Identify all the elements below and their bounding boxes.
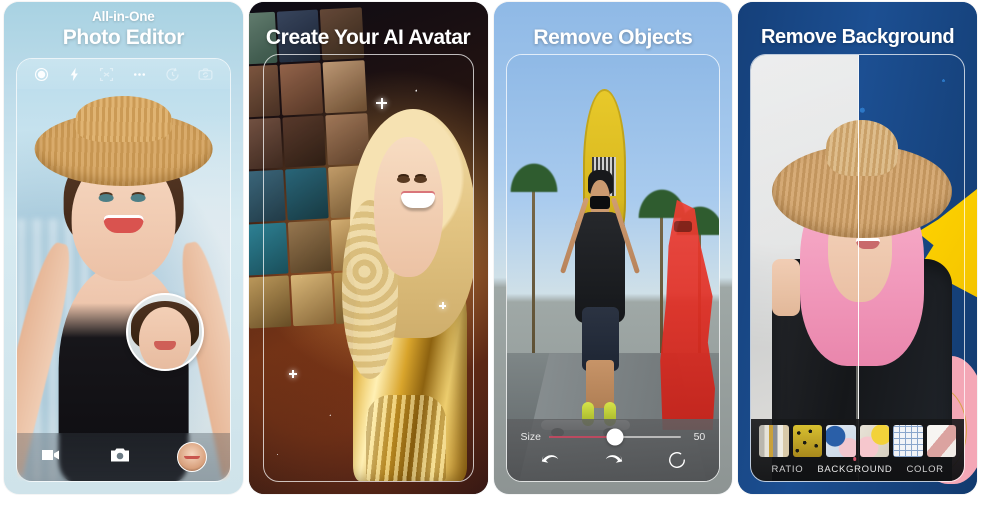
avatar-smile (401, 193, 436, 209)
switch-camera-icon[interactable] (197, 66, 214, 83)
size-slider-label: Size (520, 431, 541, 443)
sparkle-icon (376, 97, 388, 109)
gallery-avatar-thumb[interactable] (177, 442, 208, 472)
photo-subject-woman-with-hat (16, 93, 230, 481)
phone-screen-frame-4: RATIO BACKGROUND COLOR (750, 54, 965, 482)
edit-action-buttons (507, 443, 720, 475)
size-slider-fill (548, 436, 616, 438)
avatar-face (373, 137, 443, 277)
size-slider-row: Size 50 (507, 419, 720, 446)
pip-face (139, 307, 192, 370)
palm-tree (532, 174, 536, 371)
remove-background-controls: RATIO BACKGROUND COLOR (751, 419, 964, 481)
video-camera-icon[interactable] (39, 443, 63, 472)
panel-ai-avatar[interactable]: Create Your AI Avatar (248, 2, 488, 494)
panel-4-title: Remove Background (761, 26, 955, 48)
crop-frame-icon[interactable] (98, 66, 115, 83)
background-thumb-leopard[interactable] (792, 425, 823, 457)
background-tool-tabs: RATIO BACKGROUND COLOR (751, 457, 964, 475)
panel-3-title: Remove Objects (533, 26, 693, 49)
phone-screen-frame-3: Size 50 (505, 54, 721, 482)
flash-icon[interactable] (66, 66, 83, 83)
panel-4-title-block: Remove Background (738, 2, 977, 50)
record-dot-icon[interactable] (33, 66, 50, 83)
subject-smile (855, 237, 880, 249)
before-after-divider[interactable] (857, 55, 860, 481)
shutter-camera-icon[interactable] (108, 443, 132, 472)
panel-3-title-block: Remove Objects (494, 2, 733, 50)
background-thumb-yellow-abstract[interactable] (859, 425, 890, 457)
phone-screen-frame-2 (262, 54, 474, 482)
background-thumb-geometric[interactable] (759, 425, 789, 457)
ai-avatar-subject-gold-suit (335, 72, 473, 481)
undo-button[interactable] (539, 450, 561, 475)
camera-top-toolbar (17, 59, 230, 89)
panel-2-title: Create Your AI Avatar (265, 26, 471, 49)
sparkle-icon (439, 302, 447, 310)
panel-remove-objects[interactable]: Remove Objects Size 50 (493, 2, 733, 494)
avatar-eye-left (397, 176, 411, 184)
subject-smile (103, 215, 144, 234)
tab-color[interactable]: COLOR (906, 464, 943, 475)
skater-sunglasses (589, 196, 611, 210)
timer-icon[interactable] (164, 66, 181, 83)
size-slider-track[interactable] (548, 428, 682, 446)
subject-sun-hat (771, 120, 952, 238)
panel-2-title-block: Create Your AI Avatar (249, 2, 488, 50)
panel-1-title-large: Photo Editor (62, 26, 185, 49)
app-store-screenshot-gallery: All-in-One Photo Editor Create Your AI A… (0, 0, 981, 505)
size-slider-value: 50 (693, 431, 706, 443)
phone-screen-frame-1 (16, 58, 231, 482)
background-thumbnail-strip (751, 419, 964, 457)
background-thumb-pink-diagonal[interactable] (926, 425, 956, 457)
panel-photo-editor[interactable]: All-in-One Photo Editor (4, 2, 243, 494)
panel-1-title-block: All-in-One Photo Editor (4, 2, 243, 50)
skateboarder-subject (559, 149, 641, 427)
more-options-icon[interactable] (131, 66, 148, 83)
panel-1-title-small: All-in-One (92, 9, 155, 24)
panel-remove-background[interactable]: Remove Background RATIO BACKGROUND COLOR (738, 2, 977, 494)
remove-objects-controls: Size 50 (506, 419, 720, 481)
tab-ratio[interactable]: RATIO (772, 464, 804, 475)
picture-in-picture-preview[interactable] (126, 293, 205, 372)
size-slider-handle[interactable] (606, 428, 624, 446)
subject-eye-right (130, 193, 146, 202)
skater-legs (585, 360, 615, 408)
tab-background[interactable]: BACKGROUND (817, 464, 892, 475)
reset-button[interactable] (667, 450, 687, 475)
subject-straw-hat (34, 112, 213, 187)
subject-eye-left (98, 193, 114, 202)
sparkle-icon (288, 370, 297, 379)
background-thumb-blue-plaid[interactable] (893, 425, 923, 457)
background-thumb-blue-abstract[interactable] (826, 425, 856, 457)
redo-button[interactable] (603, 450, 625, 475)
subject-hand (771, 259, 800, 317)
pip-smile (154, 341, 177, 351)
avatar-eye-right (413, 176, 427, 184)
camera-bottom-toolbar (17, 433, 230, 481)
